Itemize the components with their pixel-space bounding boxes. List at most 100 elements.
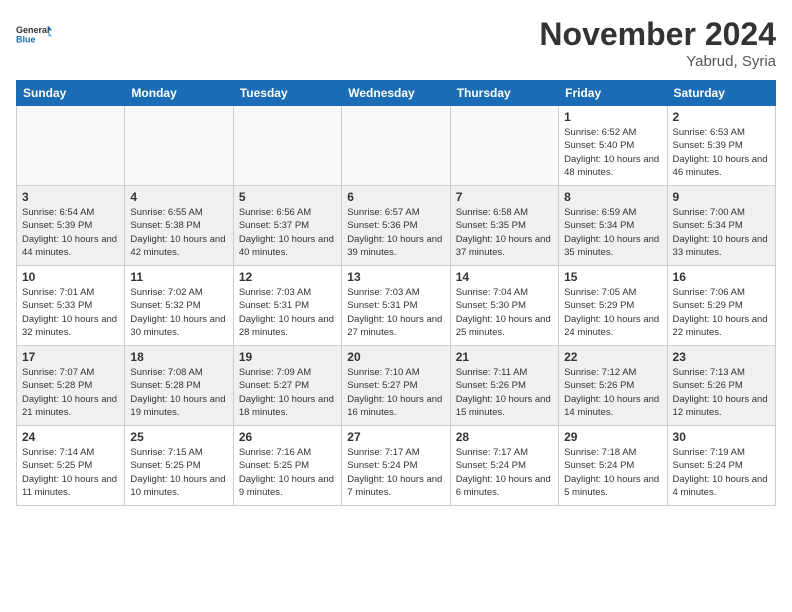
calendar-day-cell: 13 Sunrise: 7:03 AM Sunset: 5:31 PM Dayli… xyxy=(342,266,450,346)
day-info: Sunrise: 7:01 AM Sunset: 5:33 PM Dayligh… xyxy=(22,286,119,339)
location: Yabrud, Syria xyxy=(539,53,776,70)
day-number: 13 xyxy=(347,270,444,284)
calendar-day-header: Sunday xyxy=(17,81,125,106)
day-info: Sunrise: 7:08 AM Sunset: 5:28 PM Dayligh… xyxy=(130,366,227,419)
calendar-day-cell: 9Sunrise: 7:00 AM Sunset: 5:34 PM Daylig… xyxy=(667,186,775,266)
calendar-day-cell xyxy=(342,106,450,186)
day-number: 5 xyxy=(239,190,336,204)
day-info: Sunrise: 6:53 AM Sunset: 5:39 PM Dayligh… xyxy=(673,126,770,179)
day-number: 7 xyxy=(456,190,553,204)
day-number: 19 xyxy=(239,350,336,364)
day-number: 26 xyxy=(239,430,336,444)
day-info: Sunrise: 7:09 AM Sunset: 5:27 PM Dayligh… xyxy=(239,366,336,419)
day-info: Sunrise: 7:12 AM Sunset: 5:26 PM Dayligh… xyxy=(564,366,661,419)
calendar-table: SundayMondayTuesdayWednesdayThursdayFrid… xyxy=(16,80,776,506)
calendar-header-row: SundayMondayTuesdayWednesdayThursdayFrid… xyxy=(17,81,776,106)
calendar-day-cell: 18 Sunrise: 7:08 AM Sunset: 5:28 PM Dayli… xyxy=(125,346,233,426)
calendar-day-cell: 11 Sunrise: 7:02 AM Sunset: 5:32 PM Dayli… xyxy=(125,266,233,346)
calendar-day-cell: 14Sunrise: 7:04 AM Sunset: 5:30 PM Dayli… xyxy=(450,266,558,346)
day-number: 9 xyxy=(673,190,770,204)
day-info: Sunrise: 7:10 AM Sunset: 5:27 PM Dayligh… xyxy=(347,366,444,419)
day-number: 12 xyxy=(239,270,336,284)
calendar-day-cell: 29 Sunrise: 7:18 AM Sunset: 5:24 PM Dayli… xyxy=(559,426,667,506)
day-number: 29 xyxy=(564,430,661,444)
day-info: Sunrise: 6:54 AM Sunset: 5:39 PM Dayligh… xyxy=(22,206,119,259)
calendar-day-cell: 30 Sunrise: 7:19 AM Sunset: 5:24 PM Dayli… xyxy=(667,426,775,506)
calendar-day-cell: 1 Sunrise: 6:52 AM Sunset: 5:40 PM Daylig… xyxy=(559,106,667,186)
day-info: Sunrise: 7:14 AM Sunset: 5:25 PM Dayligh… xyxy=(22,446,119,499)
day-number: 11 xyxy=(130,270,227,284)
day-number: 28 xyxy=(456,430,553,444)
calendar-day-cell: 23 Sunrise: 7:13 AM Sunset: 5:26 PM Dayli… xyxy=(667,346,775,426)
day-info: Sunrise: 7:11 AM Sunset: 5:26 PM Dayligh… xyxy=(456,366,553,419)
calendar-week-row: 1 Sunrise: 6:52 AM Sunset: 5:40 PM Daylig… xyxy=(17,106,776,186)
day-number: 6 xyxy=(347,190,444,204)
calendar-week-row: 24Sunrise: 7:14 AM Sunset: 5:25 PM Dayli… xyxy=(17,426,776,506)
day-number: 15 xyxy=(564,270,661,284)
calendar-day-cell: 3 Sunrise: 6:54 AM Sunset: 5:39 PM Daylig… xyxy=(17,186,125,266)
calendar-day-cell: 19 Sunrise: 7:09 AM Sunset: 5:27 PM Dayli… xyxy=(233,346,341,426)
title-block: November 2024 Yabrud, Syria xyxy=(539,16,776,70)
calendar-day-header: Monday xyxy=(125,81,233,106)
calendar-day-cell: 12 Sunrise: 7:03 AM Sunset: 5:31 PM Dayli… xyxy=(233,266,341,346)
calendar-day-cell: 16Sunrise: 7:06 AM Sunset: 5:29 PM Dayli… xyxy=(667,266,775,346)
calendar-day-cell: 27 Sunrise: 7:17 AM Sunset: 5:24 PM Dayli… xyxy=(342,426,450,506)
day-info: Sunrise: 6:56 AM Sunset: 5:37 PM Dayligh… xyxy=(239,206,336,259)
day-info: Sunrise: 7:17 AM Sunset: 5:24 PM Dayligh… xyxy=(456,446,553,499)
day-number: 3 xyxy=(22,190,119,204)
day-number: 16 xyxy=(673,270,770,284)
day-info: Sunrise: 7:18 AM Sunset: 5:24 PM Dayligh… xyxy=(564,446,661,499)
calendar-day-cell xyxy=(125,106,233,186)
day-number: 23 xyxy=(673,350,770,364)
day-number: 4 xyxy=(130,190,227,204)
day-number: 14 xyxy=(456,270,553,284)
day-info: Sunrise: 7:07 AM Sunset: 5:28 PM Dayligh… xyxy=(22,366,119,419)
day-info: Sunrise: 7:13 AM Sunset: 5:26 PM Dayligh… xyxy=(673,366,770,419)
calendar-day-cell: 17 Sunrise: 7:07 AM Sunset: 5:28 PM Dayli… xyxy=(17,346,125,426)
day-number: 2 xyxy=(673,110,770,124)
day-info: Sunrise: 7:03 AM Sunset: 5:31 PM Dayligh… xyxy=(239,286,336,339)
calendar-day-header: Tuesday xyxy=(233,81,341,106)
calendar-week-row: 10Sunrise: 7:01 AM Sunset: 5:33 PM Dayli… xyxy=(17,266,776,346)
day-info: Sunrise: 7:17 AM Sunset: 5:24 PM Dayligh… xyxy=(347,446,444,499)
day-info: Sunrise: 6:55 AM Sunset: 5:38 PM Dayligh… xyxy=(130,206,227,259)
calendar-day-cell: 15 Sunrise: 7:05 AM Sunset: 5:29 PM Dayli… xyxy=(559,266,667,346)
calendar-day-header: Thursday xyxy=(450,81,558,106)
day-info: Sunrise: 7:03 AM Sunset: 5:31 PM Dayligh… xyxy=(347,286,444,339)
calendar-day-cell: 26 Sunrise: 7:16 AM Sunset: 5:25 PM Dayli… xyxy=(233,426,341,506)
day-number: 20 xyxy=(347,350,444,364)
calendar-day-cell xyxy=(233,106,341,186)
day-info: Sunrise: 7:16 AM Sunset: 5:25 PM Dayligh… xyxy=(239,446,336,499)
calendar-day-header: Friday xyxy=(559,81,667,106)
calendar-day-cell: 7 Sunrise: 6:58 AM Sunset: 5:35 PM Daylig… xyxy=(450,186,558,266)
day-info: Sunrise: 6:57 AM Sunset: 5:36 PM Dayligh… xyxy=(347,206,444,259)
calendar-day-cell: 20 Sunrise: 7:10 AM Sunset: 5:27 PM Dayli… xyxy=(342,346,450,426)
day-info: Sunrise: 6:58 AM Sunset: 5:35 PM Dayligh… xyxy=(456,206,553,259)
calendar-day-cell: 28 Sunrise: 7:17 AM Sunset: 5:24 PM Dayli… xyxy=(450,426,558,506)
calendar-day-cell: 24Sunrise: 7:14 AM Sunset: 5:25 PM Dayli… xyxy=(17,426,125,506)
day-number: 18 xyxy=(130,350,227,364)
day-info: Sunrise: 7:19 AM Sunset: 5:24 PM Dayligh… xyxy=(673,446,770,499)
calendar-week-row: 17 Sunrise: 7:07 AM Sunset: 5:28 PM Dayli… xyxy=(17,346,776,426)
day-number: 17 xyxy=(22,350,119,364)
day-number: 1 xyxy=(564,110,661,124)
day-number: 27 xyxy=(347,430,444,444)
calendar-day-cell: 22Sunrise: 7:12 AM Sunset: 5:26 PM Dayli… xyxy=(559,346,667,426)
calendar-day-cell: 10Sunrise: 7:01 AM Sunset: 5:33 PM Dayli… xyxy=(17,266,125,346)
calendar-day-header: Wednesday xyxy=(342,81,450,106)
day-info: Sunrise: 6:59 AM Sunset: 5:34 PM Dayligh… xyxy=(564,206,661,259)
day-number: 8 xyxy=(564,190,661,204)
day-number: 30 xyxy=(673,430,770,444)
calendar-day-cell xyxy=(450,106,558,186)
calendar-day-cell: 8 Sunrise: 6:59 AM Sunset: 5:34 PM Daylig… xyxy=(559,186,667,266)
calendar-day-cell: 4 Sunrise: 6:55 AM Sunset: 5:38 PM Daylig… xyxy=(125,186,233,266)
day-number: 25 xyxy=(130,430,227,444)
day-info: Sunrise: 7:05 AM Sunset: 5:29 PM Dayligh… xyxy=(564,286,661,339)
day-info: Sunrise: 7:02 AM Sunset: 5:32 PM Dayligh… xyxy=(130,286,227,339)
calendar-day-cell: 2 Sunrise: 6:53 AM Sunset: 5:39 PM Daylig… xyxy=(667,106,775,186)
svg-text:General: General xyxy=(16,25,50,35)
calendar-day-cell: 21Sunrise: 7:11 AM Sunset: 5:26 PM Dayli… xyxy=(450,346,558,426)
day-info: Sunrise: 7:15 AM Sunset: 5:25 PM Dayligh… xyxy=(130,446,227,499)
calendar-day-cell: 6 Sunrise: 6:57 AM Sunset: 5:36 PM Daylig… xyxy=(342,186,450,266)
day-info: Sunrise: 6:52 AM Sunset: 5:40 PM Dayligh… xyxy=(564,126,661,179)
